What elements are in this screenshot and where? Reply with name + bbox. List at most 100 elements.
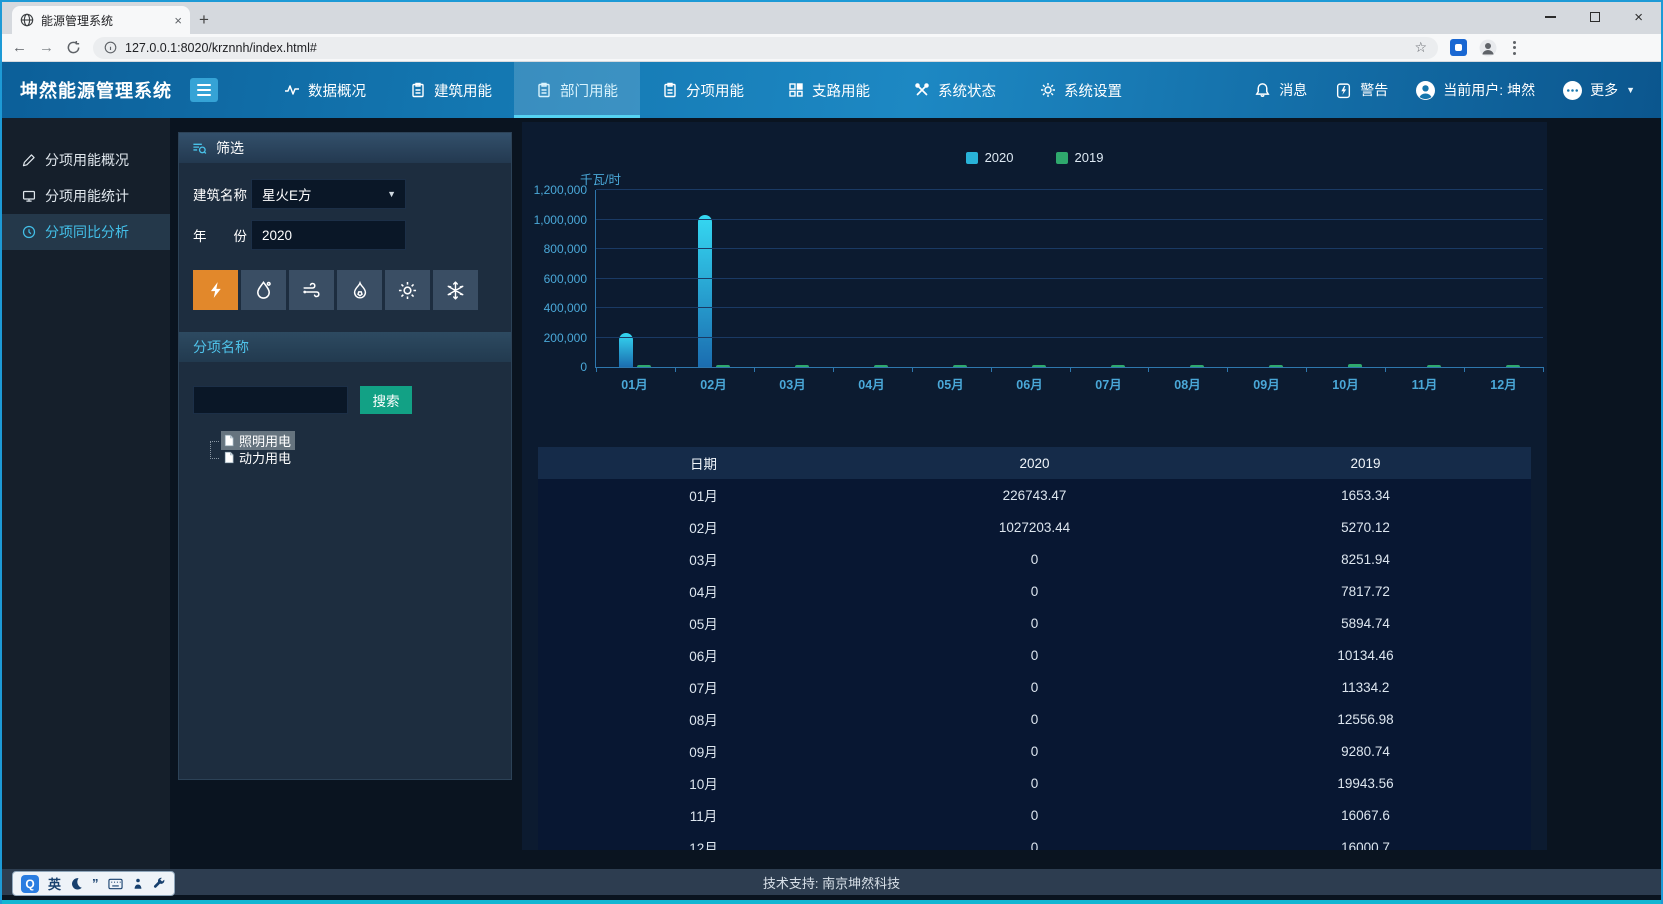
- bar-2019[interactable]: [1190, 365, 1204, 368]
- table-cell: 09月: [538, 741, 869, 761]
- tab-close-icon[interactable]: ×: [174, 13, 182, 28]
- y-axis-tick-label: 1,200,000: [534, 183, 587, 197]
- air-button[interactable]: [289, 270, 334, 310]
- bar-2019[interactable]: [1032, 365, 1046, 368]
- ime-wrench-icon[interactable]: [153, 877, 166, 890]
- bar-2019[interactable]: [716, 365, 730, 368]
- chart-month-group[interactable]: [1148, 190, 1227, 367]
- year-input[interactable]: 2020: [251, 220, 406, 250]
- chart-month-group[interactable]: [1306, 190, 1385, 367]
- app-header: 坤然能源管理系统 数据概况 建筑用能 部门用能 分项用能 支路用能 系统状态: [2, 62, 1661, 118]
- globe-favicon-icon: [20, 13, 34, 27]
- ime-keyboard-icon[interactable]: [108, 878, 123, 890]
- file-icon: [223, 434, 235, 447]
- legend-item-2020[interactable]: 2020: [966, 150, 1014, 165]
- hamburger-menu-button[interactable]: [190, 78, 218, 102]
- nav-item-building-energy[interactable]: 建筑用能: [388, 62, 514, 118]
- x-axis-label: 11月: [1385, 374, 1464, 393]
- new-tab-button[interactable]: +: [190, 6, 218, 34]
- window-close-icon[interactable]: ×: [1634, 10, 1643, 25]
- sidebar-item-subentry-overview[interactable]: 分项用能概况: [2, 142, 170, 178]
- browser-tab[interactable]: 能源管理系统 ×: [12, 6, 190, 34]
- legend-item-2019[interactable]: 2019: [1056, 150, 1104, 165]
- window-minimize-icon[interactable]: [1545, 16, 1556, 18]
- header-right: 消息 警告 当前用户: 坤然 更多 ▼: [1254, 62, 1661, 118]
- forward-icon[interactable]: →: [39, 40, 54, 55]
- bar-2019[interactable]: [795, 365, 809, 368]
- bar-2019[interactable]: [1269, 365, 1283, 368]
- url-text[interactable]: 127.0.0.1:8020/krznnh/index.html#: [125, 41, 1406, 55]
- nav-item-data-overview[interactable]: 数据概况: [262, 62, 388, 118]
- window-controls: ×: [1531, 2, 1657, 32]
- bar-2019[interactable]: [637, 365, 651, 368]
- table-cell: 12月: [538, 837, 869, 850]
- address-bar[interactable]: 127.0.0.1:8020/krznnh/index.html# ☆: [93, 37, 1438, 59]
- x-axis-tick: [1543, 367, 1544, 372]
- browser-menu-icon[interactable]: [1509, 41, 1520, 55]
- chart-month-group[interactable]: [1227, 190, 1306, 367]
- chart-month-group[interactable]: [1070, 190, 1149, 367]
- alerts-button[interactable]: 警告: [1335, 80, 1388, 100]
- ime-toolbar: Q 英 ”: [12, 871, 175, 896]
- tree-item-lighting[interactable]: 照明用电: [209, 432, 497, 449]
- table-cell: 1027203.44: [869, 520, 1200, 535]
- bar-2019[interactable]: [1111, 365, 1125, 368]
- chart-month-group[interactable]: [991, 190, 1070, 367]
- more-button[interactable]: 更多 ▼: [1563, 80, 1635, 100]
- browser-avatar-icon[interactable]: [1479, 39, 1497, 57]
- x-axis-tick: [1385, 367, 1386, 372]
- window-maximize-icon[interactable]: [1590, 12, 1600, 22]
- sidebar-item-subentry-statistics[interactable]: 分项用能统计: [2, 178, 170, 214]
- bar-2019[interactable]: [1506, 365, 1520, 368]
- bar-2019[interactable]: [874, 365, 888, 368]
- nav-item-department-energy[interactable]: 部门用能: [514, 62, 640, 118]
- y-axis-tick-label: 200,000: [544, 331, 587, 345]
- search-button[interactable]: 搜索: [360, 386, 412, 414]
- pencil-icon: [22, 153, 36, 167]
- chart-month-group[interactable]: [912, 190, 991, 367]
- bookmark-star-icon[interactable]: ☆: [1414, 39, 1427, 56]
- bar-2019[interactable]: [1427, 365, 1441, 368]
- back-icon[interactable]: ←: [12, 40, 27, 55]
- search-input[interactable]: [193, 386, 348, 414]
- chart-month-group[interactable]: [754, 190, 833, 367]
- table-cell: 0: [869, 808, 1200, 823]
- ime-logo-icon[interactable]: Q: [21, 875, 39, 893]
- nav-item-subentry-energy[interactable]: 分项用能: [640, 62, 766, 118]
- refresh-icon[interactable]: [66, 40, 81, 55]
- tree-item-power[interactable]: 动力用电: [209, 449, 497, 466]
- gas-button[interactable]: [337, 270, 382, 310]
- water-button[interactable]: [241, 270, 286, 310]
- ime-punctuation-toggle[interactable]: ”: [92, 876, 99, 891]
- info-icon[interactable]: [104, 41, 117, 54]
- building-name-select[interactable]: 星火E方 ▼: [251, 179, 406, 209]
- chart-month-group[interactable]: [596, 190, 675, 367]
- bar-2020[interactable]: [698, 215, 712, 367]
- chart-month-group[interactable]: [1464, 190, 1543, 367]
- gridline: [596, 337, 1543, 338]
- cold-button[interactable]: [433, 270, 478, 310]
- bar-2020[interactable]: [619, 333, 633, 367]
- bar-2019[interactable]: [1348, 364, 1362, 367]
- ime-language-toggle[interactable]: 英: [48, 874, 61, 893]
- x-axis-tick: [596, 367, 597, 372]
- table-cell: 05月: [538, 613, 869, 633]
- table-header-cell: 日期: [538, 453, 869, 473]
- x-axis-tick: [1227, 367, 1228, 372]
- chart-month-group[interactable]: [833, 190, 912, 367]
- sidebar-item-subentry-yoy-analysis[interactable]: 分项同比分析: [2, 214, 170, 250]
- ime-fullhalf-moon-icon[interactable]: [70, 877, 83, 890]
- electricity-button[interactable]: [193, 270, 238, 310]
- extension-icon[interactable]: [1450, 39, 1467, 56]
- nav-item-system-status[interactable]: 系统状态: [892, 62, 1018, 118]
- light-button[interactable]: [385, 270, 430, 310]
- bar-2019[interactable]: [953, 365, 967, 368]
- chart-month-group[interactable]: [1385, 190, 1464, 367]
- nav-item-system-settings[interactable]: 系统设置: [1018, 62, 1144, 118]
- current-user-button[interactable]: 当前用户: 坤然: [1416, 80, 1535, 100]
- gridline: [596, 307, 1543, 308]
- ime-person-icon[interactable]: [132, 877, 144, 890]
- nav-item-branch-energy[interactable]: 支路用能: [766, 62, 892, 118]
- messages-button[interactable]: 消息: [1254, 80, 1307, 100]
- chart-month-group[interactable]: [675, 190, 754, 367]
